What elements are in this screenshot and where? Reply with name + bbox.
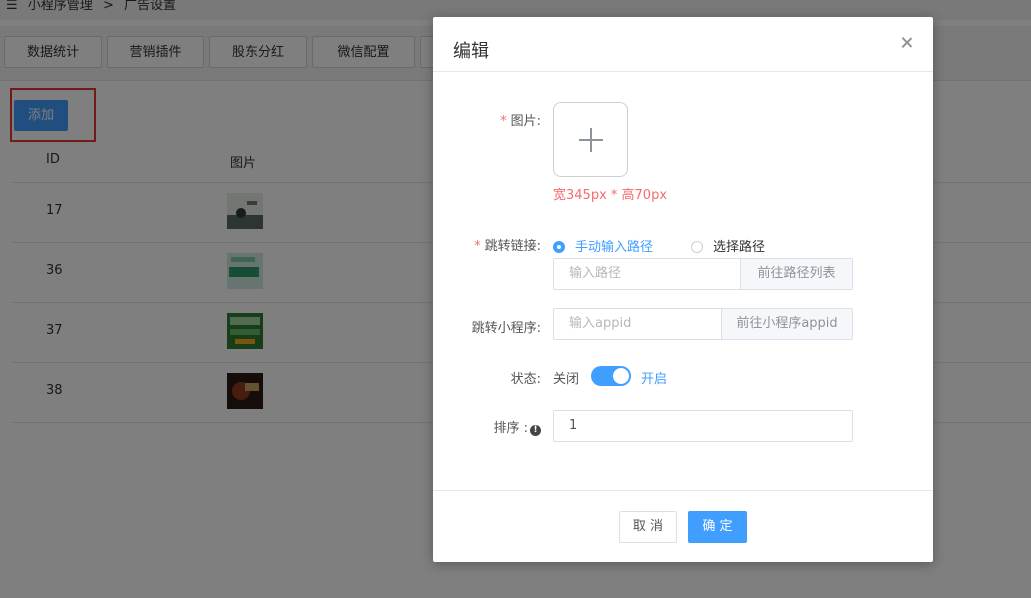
image-size-hint: 宽345px * 高70px	[553, 188, 668, 203]
image-upload-button[interactable]	[553, 102, 628, 177]
dialog-header-divider	[433, 71, 933, 72]
status-on-text[interactable]: 开启	[641, 368, 667, 387]
status-toggle[interactable]	[591, 366, 631, 386]
toggle-knob	[613, 368, 629, 384]
edit-dialog: 编辑 * 图片: 宽345px * 高70px * 跳转链接: 手动输入路径 选择路…	[433, 17, 933, 562]
close-icon[interactable]	[899, 35, 915, 51]
path-input[interactable]: 输入路径	[554, 259, 742, 289]
image-label: * 图片:	[500, 114, 541, 129]
appid-input[interactable]: 输入appid	[554, 309, 723, 339]
radio-checked-icon	[553, 241, 565, 253]
mini-program-label: 跳转小程序:	[471, 321, 541, 336]
confirm-button[interactable]: 确 定	[688, 511, 747, 543]
jump-link-label: * 跳转链接:	[474, 239, 541, 254]
goto-path-list-button[interactable]: 前往路径列表	[740, 259, 852, 289]
info-icon[interactable]: !	[530, 425, 541, 436]
radio-select-path[interactable]: 选择路径	[691, 236, 765, 255]
radio-manual-path[interactable]: 手动输入路径	[553, 236, 653, 255]
path-input-group: 输入路径 前往路径列表	[553, 258, 853, 290]
appid-input-group: 输入appid 前往小程序appid	[553, 308, 853, 340]
sort-label: 排序 :!	[493, 417, 541, 436]
plus-icon-stroke	[590, 128, 592, 152]
goto-mini-program-appid-button[interactable]: 前往小程序appid	[721, 309, 852, 339]
dialog-title: 编辑	[453, 41, 489, 62]
radio-unchecked-icon	[691, 241, 703, 253]
status-off-text[interactable]: 关闭	[553, 368, 579, 387]
dialog-footer-divider	[433, 490, 933, 491]
status-label: 状态:	[510, 372, 541, 387]
sort-input[interactable]: 1	[553, 410, 853, 442]
cancel-button[interactable]: 取 消	[619, 511, 677, 543]
